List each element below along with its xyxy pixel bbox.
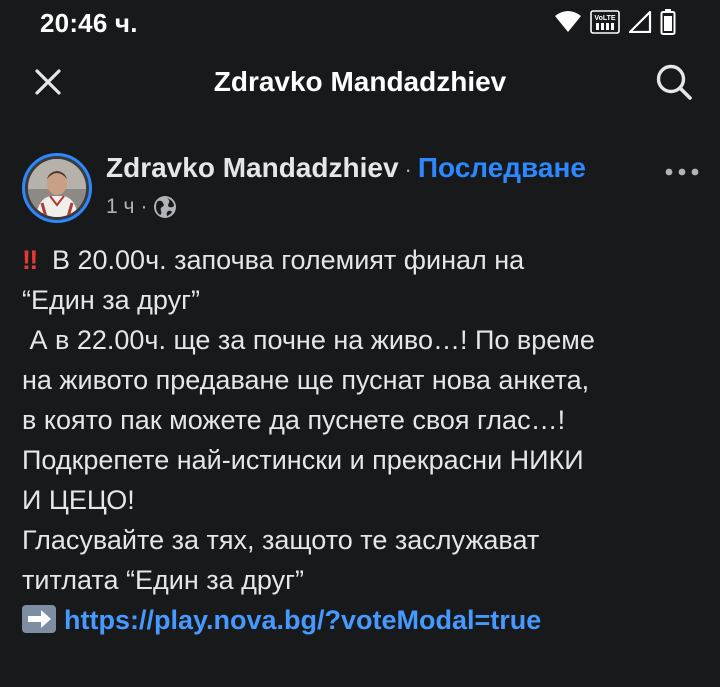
status-time: 20:46 ч.: [40, 8, 138, 38]
follow-button[interactable]: Последване: [418, 152, 586, 184]
status-bar: 20:46 ч. VoLTE: [0, 0, 720, 46]
post-line-text: В 20.00ч. започва големият финал на: [52, 245, 525, 275]
post-line: в която пак можете да пуснете своя глас……: [22, 405, 566, 435]
search-button[interactable]: [652, 60, 696, 104]
volte-icon: VoLTE: [590, 10, 620, 34]
arrow-right-icon: [22, 605, 56, 633]
meta-separator: ·: [140, 195, 148, 218]
post-line: титлата “Един за друг”: [22, 565, 304, 595]
volte-label: VoLTE: [594, 15, 615, 22]
more-icon: [665, 168, 699, 176]
avatar[interactable]: [22, 153, 92, 223]
battery-icon: [660, 9, 676, 35]
search-icon: [656, 64, 692, 100]
separator-dot: ·: [404, 157, 412, 182]
post-line: А в 22.00ч. ще за почне на живо…! По вре…: [22, 325, 595, 355]
signal-icon: [628, 11, 652, 33]
post-line: И ЦЕЦО!: [22, 485, 135, 515]
author-name[interactable]: Zdravko Mandadzhiev: [106, 152, 399, 184]
page-title: Zdravko Mandadzhiev: [213, 66, 507, 97]
post-link-line: https://play.nova.bg/?voteModal=true: [22, 600, 702, 640]
status-icons: VoLTE: [554, 9, 676, 35]
post-meta: 1 ч ·: [106, 195, 177, 219]
post-line: на живото предаване ще пуснат нова анкет…: [22, 365, 590, 395]
post-line: Гласувайте за тях, защото те заслужават: [22, 525, 540, 555]
post-text: ‼ В 20.00ч. започва големият финал на “Ед…: [22, 240, 702, 640]
more-options-button[interactable]: [662, 160, 702, 184]
wifi-icon: [554, 11, 582, 33]
top-app-bar: Zdravko Mandadzhiev: [0, 46, 720, 118]
profile-photo: [28, 159, 86, 217]
vote-link[interactable]: https://play.nova.bg/?voteModal=true: [64, 605, 541, 635]
globe-icon: [154, 196, 177, 218]
post-timestamp[interactable]: 1 ч: [106, 195, 134, 219]
post-line: ‼ В 20.00ч. започва големият финал на: [22, 240, 702, 280]
post-header: Zdravko Mandadzhiev · Последване: [106, 152, 586, 184]
post-line: “Един за друг”: [22, 285, 200, 315]
post-line: Подкрепете най-истински и прекрасни НИКИ: [22, 445, 584, 475]
double-exclamation-icon: ‼: [22, 245, 38, 275]
